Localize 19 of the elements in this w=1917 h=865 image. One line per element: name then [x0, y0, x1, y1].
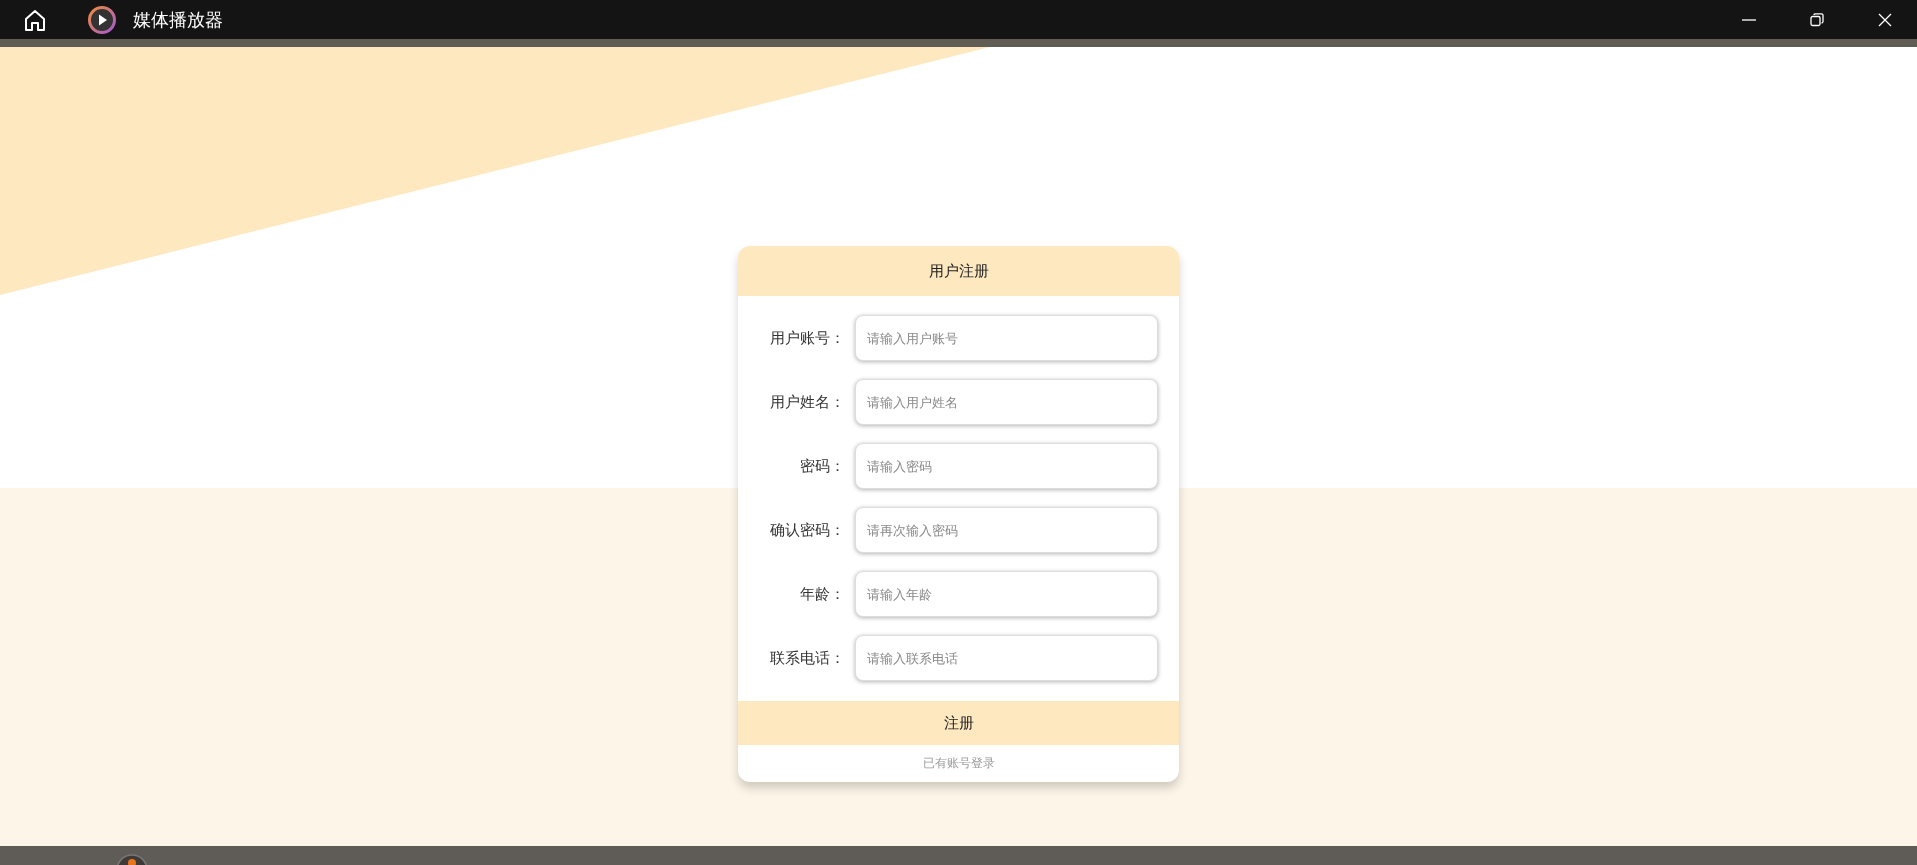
restore-icon[interactable] — [1809, 11, 1825, 28]
field-label: 用户账号： — [769, 328, 845, 348]
input-field[interactable]: 请输入年龄 — [855, 571, 1158, 617]
play-logo-icon — [88, 5, 116, 34]
field-label: 密码： — [799, 456, 845, 476]
close-icon[interactable] — [1877, 11, 1893, 28]
field-label: 用户姓名： — [769, 392, 845, 412]
input-field[interactable]: 请输入用户姓名 — [855, 379, 1158, 425]
knob-icon[interactable] — [115, 853, 149, 865]
input-field[interactable]: 请输入用户账号 — [855, 315, 1158, 361]
input-field[interactable]: 请输入联系电话 — [855, 635, 1158, 681]
input-field[interactable]: 请输入密码 — [855, 443, 1158, 489]
register-button[interactable]: 注册 — [738, 701, 1179, 745]
field-label: 年龄： — [799, 584, 845, 604]
input-field[interactable]: 请再次输入密码 — [855, 507, 1158, 553]
field-label: 联系电话： — [769, 648, 845, 668]
form-title: 用户注册 — [928, 261, 989, 281]
field-label: 确认密码： — [769, 520, 845, 540]
window-title: 媒体播放器 — [133, 7, 223, 32]
